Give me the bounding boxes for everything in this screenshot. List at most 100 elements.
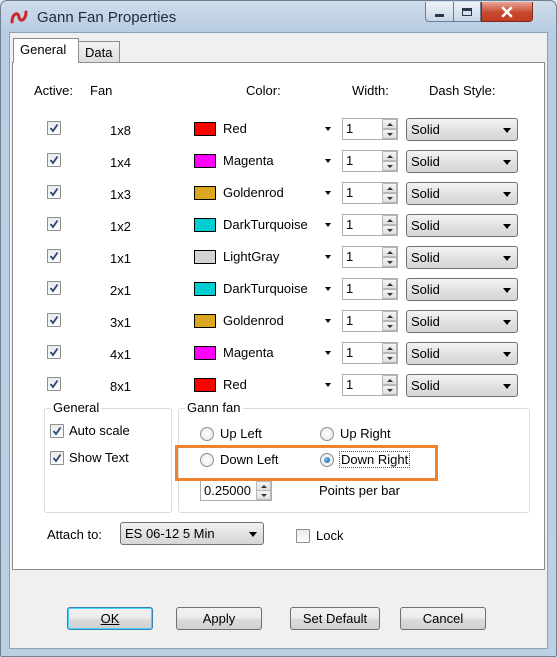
tab-general[interactable]: General	[13, 38, 79, 63]
spin-up-button[interactable]	[382, 311, 397, 321]
color-dropdown[interactable]: Red	[190, 375, 334, 396]
active-checkbox[interactable]	[47, 217, 61, 231]
cancel-button[interactable]: Cancel	[400, 607, 486, 630]
attach-to-dropdown[interactable]: ES 06-12 5 Min	[120, 522, 264, 545]
spin-up-button[interactable]	[382, 151, 397, 161]
dash-style-value: Solid	[411, 314, 440, 329]
spin-down-button[interactable]	[382, 353, 397, 363]
fan-row: 3x1 Goldenrod 1 Solid	[13, 310, 544, 338]
chevron-down-icon	[325, 223, 331, 227]
checkmark-icon	[49, 283, 59, 293]
down-arrow-icon	[260, 493, 267, 497]
highlight-annotation-box	[175, 445, 438, 481]
up-left-radio[interactable]	[200, 427, 214, 441]
auto-scale-checkbox[interactable]	[50, 424, 64, 438]
up-arrow-icon	[386, 186, 393, 190]
width-value: 1	[346, 217, 354, 232]
down-arrow-icon	[386, 260, 393, 264]
spin-down-button[interactable]	[382, 321, 397, 331]
down-arrow-icon	[386, 388, 393, 392]
fan-label: 1x8	[110, 123, 131, 138]
set-default-button[interactable]: Set Default	[290, 607, 380, 630]
active-checkbox[interactable]	[47, 185, 61, 199]
spin-down-button[interactable]	[382, 385, 397, 395]
spin-up-button[interactable]	[382, 215, 397, 225]
color-dropdown[interactable]: Magenta	[190, 151, 334, 172]
width-spinner[interactable]: 1	[342, 214, 398, 236]
spin-up-button[interactable]	[382, 343, 397, 353]
up-right-radio[interactable]	[320, 427, 334, 441]
close-button[interactable]	[481, 2, 533, 22]
spin-down-button[interactable]	[382, 225, 397, 235]
chevron-down-icon	[503, 320, 511, 325]
apply-button[interactable]: Apply	[176, 607, 262, 630]
color-swatch	[194, 186, 216, 200]
fan-row: 1x2 DarkTurquoise 1 Solid	[13, 214, 544, 242]
fan-label: 3x1	[110, 315, 131, 330]
width-spinner[interactable]: 1	[342, 246, 398, 268]
show-text-checkbox[interactable]	[50, 451, 64, 465]
color-dropdown[interactable]: LightGray	[190, 247, 334, 268]
width-spinner[interactable]: 1	[342, 374, 398, 396]
tab-data[interactable]: Data	[78, 41, 120, 63]
spin-down-button[interactable]	[382, 193, 397, 203]
spin-down-button[interactable]	[382, 161, 397, 171]
dash-style-dropdown[interactable]: Solid	[406, 310, 518, 333]
fan-label: 1x1	[110, 251, 131, 266]
width-spinner[interactable]: 1	[342, 278, 398, 300]
ok-button[interactable]: OK	[67, 607, 153, 630]
dash-style-dropdown[interactable]: Solid	[406, 118, 518, 141]
spin-up-button[interactable]	[382, 279, 397, 289]
dash-style-dropdown[interactable]: Solid	[406, 278, 518, 301]
chevron-down-icon	[325, 287, 331, 291]
width-spinner[interactable]: 1	[342, 310, 398, 332]
up-arrow-icon	[386, 250, 393, 254]
color-dropdown[interactable]: DarkTurquoise	[190, 215, 334, 236]
minimize-button[interactable]	[425, 2, 454, 22]
active-checkbox[interactable]	[47, 281, 61, 295]
active-checkbox[interactable]	[47, 313, 61, 327]
chevron-down-icon	[325, 127, 331, 131]
width-value: 1	[346, 345, 354, 360]
color-dropdown[interactable]: Goldenrod	[190, 311, 334, 332]
color-dropdown[interactable]: Red	[190, 119, 334, 140]
spin-down-button[interactable]	[382, 257, 397, 267]
dash-style-dropdown[interactable]: Solid	[406, 214, 518, 237]
dialog-window: Gann Fan Properties General Data Active:…	[0, 0, 557, 657]
active-checkbox[interactable]	[47, 249, 61, 263]
color-dropdown[interactable]: DarkTurquoise	[190, 279, 334, 300]
lock-checkbox[interactable]	[296, 529, 310, 543]
checkmark-icon	[49, 123, 59, 133]
title-bar[interactable]: Gann Fan Properties	[1, 1, 556, 32]
spin-up-button[interactable]	[382, 247, 397, 257]
maximize-button[interactable]	[453, 2, 481, 22]
color-name: Goldenrod	[223, 313, 284, 328]
dash-style-dropdown[interactable]: Solid	[406, 342, 518, 365]
active-checkbox[interactable]	[47, 153, 61, 167]
dash-style-dropdown[interactable]: Solid	[406, 246, 518, 269]
spin-down-button[interactable]	[382, 289, 397, 299]
dash-style-dropdown[interactable]: Solid	[406, 374, 518, 397]
spin-down-button[interactable]	[382, 129, 397, 139]
width-spinner[interactable]: 1	[342, 182, 398, 204]
width-spinner[interactable]: 1	[342, 342, 398, 364]
points-per-bar-spinner[interactable]: 0.25000	[200, 480, 272, 501]
spin-up-button[interactable]	[382, 183, 397, 193]
checkmark-icon	[52, 426, 62, 436]
color-dropdown[interactable]: Magenta	[190, 343, 334, 364]
spin-up-button[interactable]	[382, 375, 397, 385]
app-logo-icon	[10, 10, 28, 24]
apply-button-label: Apply	[202, 611, 236, 626]
width-spinner[interactable]: 1	[342, 118, 398, 140]
width-spinner[interactable]: 1	[342, 150, 398, 172]
active-checkbox[interactable]	[47, 345, 61, 359]
color-dropdown[interactable]: Goldenrod	[190, 183, 334, 204]
spin-down-button[interactable]	[256, 490, 271, 500]
active-checkbox[interactable]	[47, 121, 61, 135]
fan-row: 1x4 Magenta 1 Solid	[13, 150, 544, 178]
up-arrow-icon	[386, 346, 393, 350]
spin-up-button[interactable]	[382, 119, 397, 129]
active-checkbox[interactable]	[47, 377, 61, 391]
dash-style-dropdown[interactable]: Solid	[406, 150, 518, 173]
dash-style-dropdown[interactable]: Solid	[406, 182, 518, 205]
